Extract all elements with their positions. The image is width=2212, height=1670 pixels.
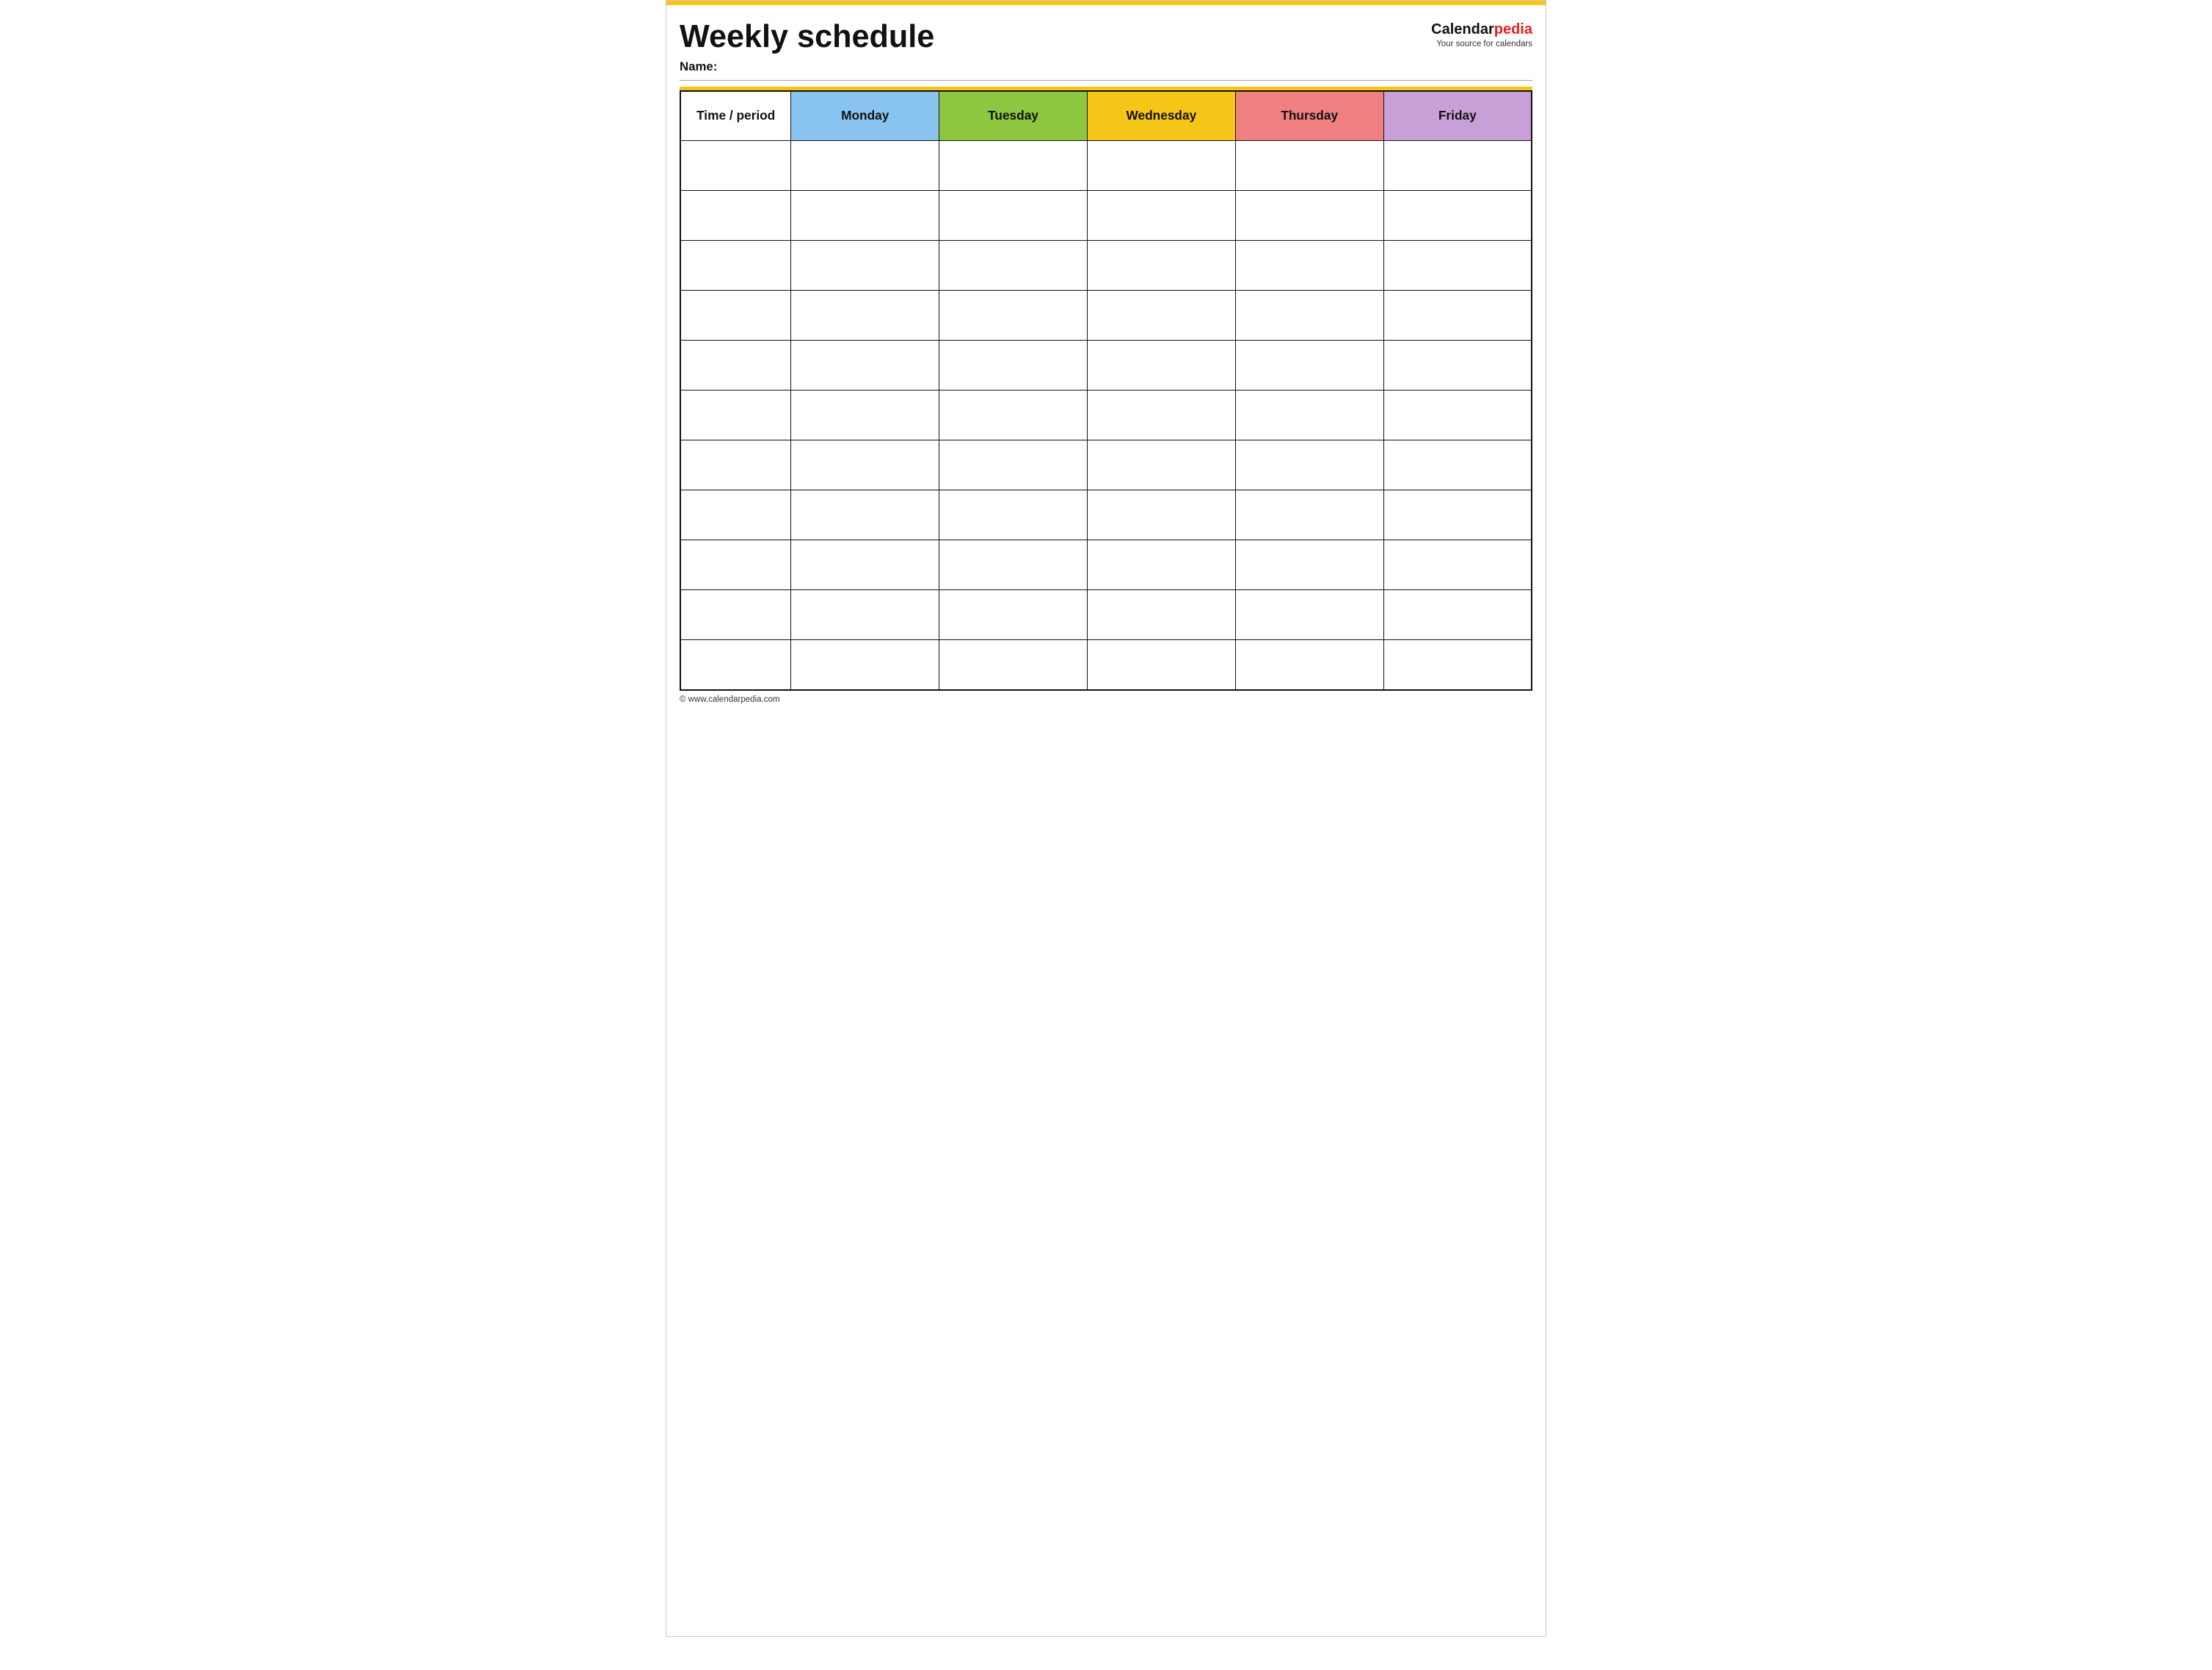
cell-row0-col2[interactable] xyxy=(939,141,1088,191)
cell-row1-col4[interactable] xyxy=(1235,191,1383,241)
cell-row8-col4[interactable] xyxy=(1235,540,1383,590)
cell-row9-col0[interactable] xyxy=(680,590,791,640)
cell-row0-col0[interactable] xyxy=(680,141,791,191)
cell-row7-col4[interactable] xyxy=(1235,490,1383,540)
header-row: Weekly schedule Calendarpedia Your sourc… xyxy=(680,20,1532,55)
brand-tagline: Your source for calendars xyxy=(1431,39,1532,50)
col-header-time: Time / period xyxy=(680,91,791,141)
cell-row10-col1[interactable] xyxy=(791,640,939,690)
cell-row10-col0[interactable] xyxy=(680,640,791,690)
cell-row7-col0[interactable] xyxy=(680,490,791,540)
cell-row4-col1[interactable] xyxy=(791,341,939,391)
cell-row1-col2[interactable] xyxy=(939,191,1088,241)
cell-row3-col0[interactable] xyxy=(680,291,791,341)
cell-row9-col1[interactable] xyxy=(791,590,939,640)
cell-row7-col2[interactable] xyxy=(939,490,1088,540)
cell-row3-col1[interactable] xyxy=(791,291,939,341)
table-row xyxy=(680,291,1532,341)
cell-row9-col3[interactable] xyxy=(1087,590,1235,640)
cell-row5-col4[interactable] xyxy=(1235,391,1383,440)
cell-row6-col3[interactable] xyxy=(1087,440,1235,490)
cell-row9-col2[interactable] xyxy=(939,590,1088,640)
cell-row1-col1[interactable] xyxy=(791,191,939,241)
col-header-tuesday: Tuesday xyxy=(939,91,1088,141)
cell-row0-col1[interactable] xyxy=(791,141,939,191)
cell-row0-col3[interactable] xyxy=(1087,141,1235,191)
cell-row10-col2[interactable] xyxy=(939,640,1088,690)
cell-row7-col3[interactable] xyxy=(1087,490,1235,540)
cell-row4-col4[interactable] xyxy=(1235,341,1383,391)
name-label: Name: xyxy=(680,59,1532,81)
cell-row9-col4[interactable] xyxy=(1235,590,1383,640)
footer-url: © www.calendarpedia.com xyxy=(680,695,1532,704)
brand-name: Calendarpedia xyxy=(1431,20,1532,39)
cell-row2-col0[interactable] xyxy=(680,241,791,291)
page-wrapper: Weekly schedule Calendarpedia Your sourc… xyxy=(666,0,1546,1637)
cell-row7-col1[interactable] xyxy=(791,490,939,540)
cell-row7-col5[interactable] xyxy=(1383,490,1532,540)
table-row xyxy=(680,540,1532,590)
page-title: Weekly schedule xyxy=(680,20,934,55)
cell-row0-col5[interactable] xyxy=(1383,141,1532,191)
table-row xyxy=(680,141,1532,191)
table-row xyxy=(680,391,1532,440)
cell-row4-col0[interactable] xyxy=(680,341,791,391)
cell-row8-col3[interactable] xyxy=(1087,540,1235,590)
cell-row10-col4[interactable] xyxy=(1235,640,1383,690)
schedule-table: Time / period Monday Tuesday Wednesday T… xyxy=(680,90,1532,691)
cell-row10-col3[interactable] xyxy=(1087,640,1235,690)
cell-row5-col1[interactable] xyxy=(791,391,939,440)
cell-row2-col3[interactable] xyxy=(1087,241,1235,291)
cell-row6-col0[interactable] xyxy=(680,440,791,490)
cell-row1-col0[interactable] xyxy=(680,191,791,241)
cell-row4-col3[interactable] xyxy=(1087,341,1235,391)
cell-row10-col5[interactable] xyxy=(1383,640,1532,690)
cell-row2-col1[interactable] xyxy=(791,241,939,291)
cell-row8-col5[interactable] xyxy=(1383,540,1532,590)
table-row xyxy=(680,640,1532,690)
cell-row8-col2[interactable] xyxy=(939,540,1088,590)
cell-row0-col4[interactable] xyxy=(1235,141,1383,191)
cell-row3-col4[interactable] xyxy=(1235,291,1383,341)
brand-name-part2: pedia xyxy=(1494,21,1532,37)
col-header-friday: Friday xyxy=(1383,91,1532,141)
cell-row6-col4[interactable] xyxy=(1235,440,1383,490)
cell-row4-col2[interactable] xyxy=(939,341,1088,391)
cell-row2-col4[interactable] xyxy=(1235,241,1383,291)
top-accent-bar xyxy=(666,1,1546,5)
cell-row2-col5[interactable] xyxy=(1383,241,1532,291)
cell-row9-col5[interactable] xyxy=(1383,590,1532,640)
cell-row6-col5[interactable] xyxy=(1383,440,1532,490)
table-row xyxy=(680,241,1532,291)
cell-row5-col2[interactable] xyxy=(939,391,1088,440)
table-header-row: Time / period Monday Tuesday Wednesday T… xyxy=(680,91,1532,141)
cell-row4-col5[interactable] xyxy=(1383,341,1532,391)
col-header-monday: Monday xyxy=(791,91,939,141)
cell-row5-col3[interactable] xyxy=(1087,391,1235,440)
cell-row3-col5[interactable] xyxy=(1383,291,1532,341)
cell-row5-col5[interactable] xyxy=(1383,391,1532,440)
cell-row2-col2[interactable] xyxy=(939,241,1088,291)
table-row xyxy=(680,191,1532,241)
cell-row6-col2[interactable] xyxy=(939,440,1088,490)
cell-row5-col0[interactable] xyxy=(680,391,791,440)
table-row xyxy=(680,440,1532,490)
cell-row6-col1[interactable] xyxy=(791,440,939,490)
cell-row8-col0[interactable] xyxy=(680,540,791,590)
cell-row3-col2[interactable] xyxy=(939,291,1088,341)
cell-row3-col3[interactable] xyxy=(1087,291,1235,341)
cell-row1-col5[interactable] xyxy=(1383,191,1532,241)
table-row xyxy=(680,341,1532,391)
col-header-wednesday: Wednesday xyxy=(1087,91,1235,141)
table-row xyxy=(680,490,1532,540)
brand-logo: Calendarpedia Your source for calendars xyxy=(1431,20,1532,50)
table-row xyxy=(680,590,1532,640)
cell-row8-col1[interactable] xyxy=(791,540,939,590)
cell-row1-col3[interactable] xyxy=(1087,191,1235,241)
brand-name-part1: Calendar xyxy=(1431,21,1494,37)
col-header-thursday: Thursday xyxy=(1235,91,1383,141)
